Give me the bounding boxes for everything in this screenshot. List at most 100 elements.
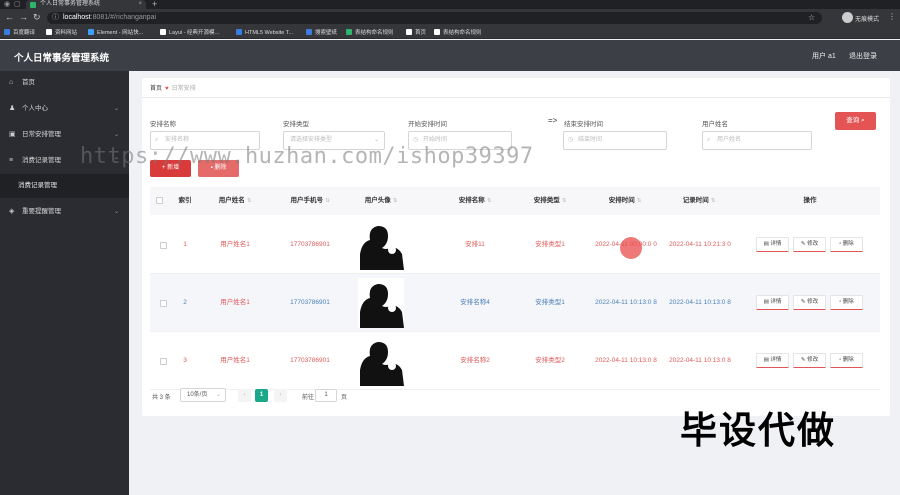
table-row: 1 用户姓名1 17703786901 安排11 安排类型1 2022-04-1… xyxy=(150,216,880,274)
current-page[interactable]: 1 xyxy=(255,389,268,402)
goto-page-input[interactable]: 1 xyxy=(315,389,337,402)
avatar xyxy=(358,278,404,328)
plan-name-placeholder: 安排名称 xyxy=(165,137,190,143)
cell-user-name: 用户姓名1 xyxy=(220,241,250,248)
select-all-cell[interactable] xyxy=(156,187,170,215)
row-checkbox[interactable] xyxy=(159,299,167,307)
cell-plan-type: 安排类型1 xyxy=(535,241,565,248)
divider xyxy=(142,97,890,98)
sidebar-subitem-expenses[interactable]: 消费记录管理 xyxy=(0,174,129,198)
row-checkbox[interactable] xyxy=(159,241,167,249)
bookmark-item[interactable]: 搜索壁纸 xyxy=(306,29,337,37)
row-checkbox[interactable] xyxy=(159,357,167,365)
bookmark-item[interactable]: Layui - 经典开源模... xyxy=(160,29,219,37)
bell-icon: ◈ xyxy=(9,208,15,215)
sidebar-item-reminders[interactable]: ◈ 重要提醒管理 ⌄ xyxy=(0,200,129,224)
detail-button[interactable]: ▤ 详情 xyxy=(756,353,789,368)
column-header: 索引 xyxy=(178,197,192,204)
page-size-select[interactable]: 10条/页 ⌄ xyxy=(180,388,226,402)
column-header[interactable]: 用户手机号 ⇅ xyxy=(275,187,345,215)
detail-button[interactable]: ▤ 详情 xyxy=(756,295,789,310)
row-delete-button[interactable]: ▫ 删除 xyxy=(830,295,863,310)
sidebar-item-home[interactable]: ⌂ 首页 xyxy=(0,71,129,95)
bookmarks-bar: 百度翻译 资料网站 Element - 网站快... Layui - 经典开源模… xyxy=(0,27,900,39)
column-header[interactable]: 安排类型 ⇅ xyxy=(515,187,585,215)
bookmark-item[interactable]: HTML5 Website T... xyxy=(236,29,293,37)
sidebar-item-profile[interactable]: ♟ 个人中心 ⌄ xyxy=(0,97,129,121)
cell-index: 1 xyxy=(183,241,187,248)
incognito-avatar[interactable] xyxy=(842,12,853,23)
table-row: 3 用户姓名1 17703786901 安排名称2 安排类型2 2022-04-… xyxy=(150,332,880,390)
column-header[interactable]: 安排名称 ⇅ xyxy=(440,187,510,215)
app-title: 个人日常事务管理系统 xyxy=(14,53,110,64)
sort-icon: ⇅ xyxy=(561,198,567,204)
chevron-down-icon: ⌄ xyxy=(113,106,119,112)
bookmark-item[interactable]: 首页 xyxy=(406,29,426,37)
edit-button[interactable]: ✎ 修改 xyxy=(793,353,826,368)
row-delete-button[interactable]: ▫ 删除 xyxy=(830,353,863,368)
watermark-url: https://www.huzhan.com/ishop39397 xyxy=(80,144,534,169)
breadcrumb-current: 日常安排 xyxy=(171,86,196,92)
select-all-checkbox[interactable] xyxy=(156,197,163,204)
detail-button[interactable]: ▤ 详情 xyxy=(756,237,789,252)
end-time-input[interactable]: ◷ 结束时间 xyxy=(563,131,667,150)
cell-record-time: 2022-04-11 10:21:3 0 xyxy=(669,241,731,248)
reload-icon[interactable]: ↻ xyxy=(33,12,41,23)
search-button[interactable]: 查询 ⌕ xyxy=(835,112,876,130)
forward-icon[interactable]: → xyxy=(19,12,28,22)
tab-list-icon[interactable]: ▢ xyxy=(14,0,21,8)
bookmark-icon xyxy=(434,29,440,35)
bookmark-item[interactable]: 资料网站 xyxy=(46,29,77,37)
browser-toolbar: ← → ↻ ⓘ localhost:8081/#/richanganpai ☆ … xyxy=(0,9,900,27)
sort-icon: ⇅ xyxy=(246,198,252,204)
tab-close-icon[interactable]: × xyxy=(138,0,142,9)
info-icon[interactable]: ⓘ xyxy=(52,12,59,24)
avatar xyxy=(358,220,404,270)
url-path: :8081/#/richanganpai xyxy=(90,14,157,21)
bookmark-item[interactable]: Element - 网站快... xyxy=(88,29,143,37)
sidebar-item-label: 消费记录管理 xyxy=(22,157,61,164)
bookmark-item[interactable]: 表结构命名规则 xyxy=(434,29,482,37)
bookmark-item[interactable]: 表结构命名规则 xyxy=(346,29,394,37)
column-header[interactable]: 用户姓名 ⇅ xyxy=(200,187,270,215)
cell-index: 2 xyxy=(183,299,187,306)
cell-user-name: 用户姓名1 xyxy=(220,299,250,306)
column-header[interactable]: 用户头像 ⇅ xyxy=(346,187,416,215)
file-icon: ▤ xyxy=(763,299,769,305)
chevron-down-icon: ⌄ xyxy=(113,209,119,215)
column-header[interactable]: 记录时间 ⇅ xyxy=(664,187,734,215)
user-name-input[interactable]: ⌕ 用户姓名 xyxy=(702,131,812,150)
back-icon[interactable]: ← xyxy=(5,12,14,22)
page-unit-label: 页 xyxy=(341,395,348,401)
browser-menu-icon[interactable]: ⋮ xyxy=(888,12,896,21)
total-count: 共 3 条 xyxy=(152,395,171,401)
edit-button[interactable]: ✎ 修改 xyxy=(793,295,826,310)
filter-label-start: 开始安排时间 xyxy=(408,121,447,128)
cell-plan-type: 安排类型2 xyxy=(535,357,565,364)
filter-label-user: 用户姓名 xyxy=(702,121,728,128)
cell-phone: 17703786901 xyxy=(290,299,330,306)
row-delete-button[interactable]: ▫ 删除 xyxy=(830,237,863,252)
bookmark-star-icon[interactable]: ☆ xyxy=(808,13,815,22)
overlay-caption: 毕设代做 xyxy=(680,409,836,452)
sidebar-item-label: 首页 xyxy=(22,79,35,86)
new-tab-icon[interactable]: + xyxy=(152,0,157,9)
chevron-down-icon: ⌄ xyxy=(215,392,221,398)
column-header[interactable]: 安排时间 ⇅ xyxy=(590,187,660,215)
cell-record-time: 2022-04-11 10:13:0 8 xyxy=(669,357,731,364)
clock-icon: ◷ xyxy=(568,137,574,143)
cell-phone: 17703786901 xyxy=(290,357,330,364)
logout-link[interactable]: 退出登录 xyxy=(849,51,877,61)
breadcrumb-home[interactable]: 首页 xyxy=(150,86,162,92)
edit-button[interactable]: ✎ 修改 xyxy=(793,237,826,252)
address-bar[interactable]: ⓘ localhost:8081/#/richanganpai xyxy=(47,12,822,24)
bookmark-item[interactable]: 百度翻译 xyxy=(4,29,35,37)
file-icon: ▤ xyxy=(763,241,769,247)
sort-icon: ⇅ xyxy=(392,198,398,204)
trash-icon: ▫ xyxy=(839,299,842,305)
user-icon: ♟ xyxy=(9,105,16,112)
next-page-button[interactable]: › xyxy=(274,389,287,402)
browser-tab[interactable]: 个人日常事务管理系统 × xyxy=(26,0,146,9)
prev-page-button[interactable]: ‹ xyxy=(238,389,251,402)
window-menu-icon[interactable]: ◉ xyxy=(4,0,10,8)
